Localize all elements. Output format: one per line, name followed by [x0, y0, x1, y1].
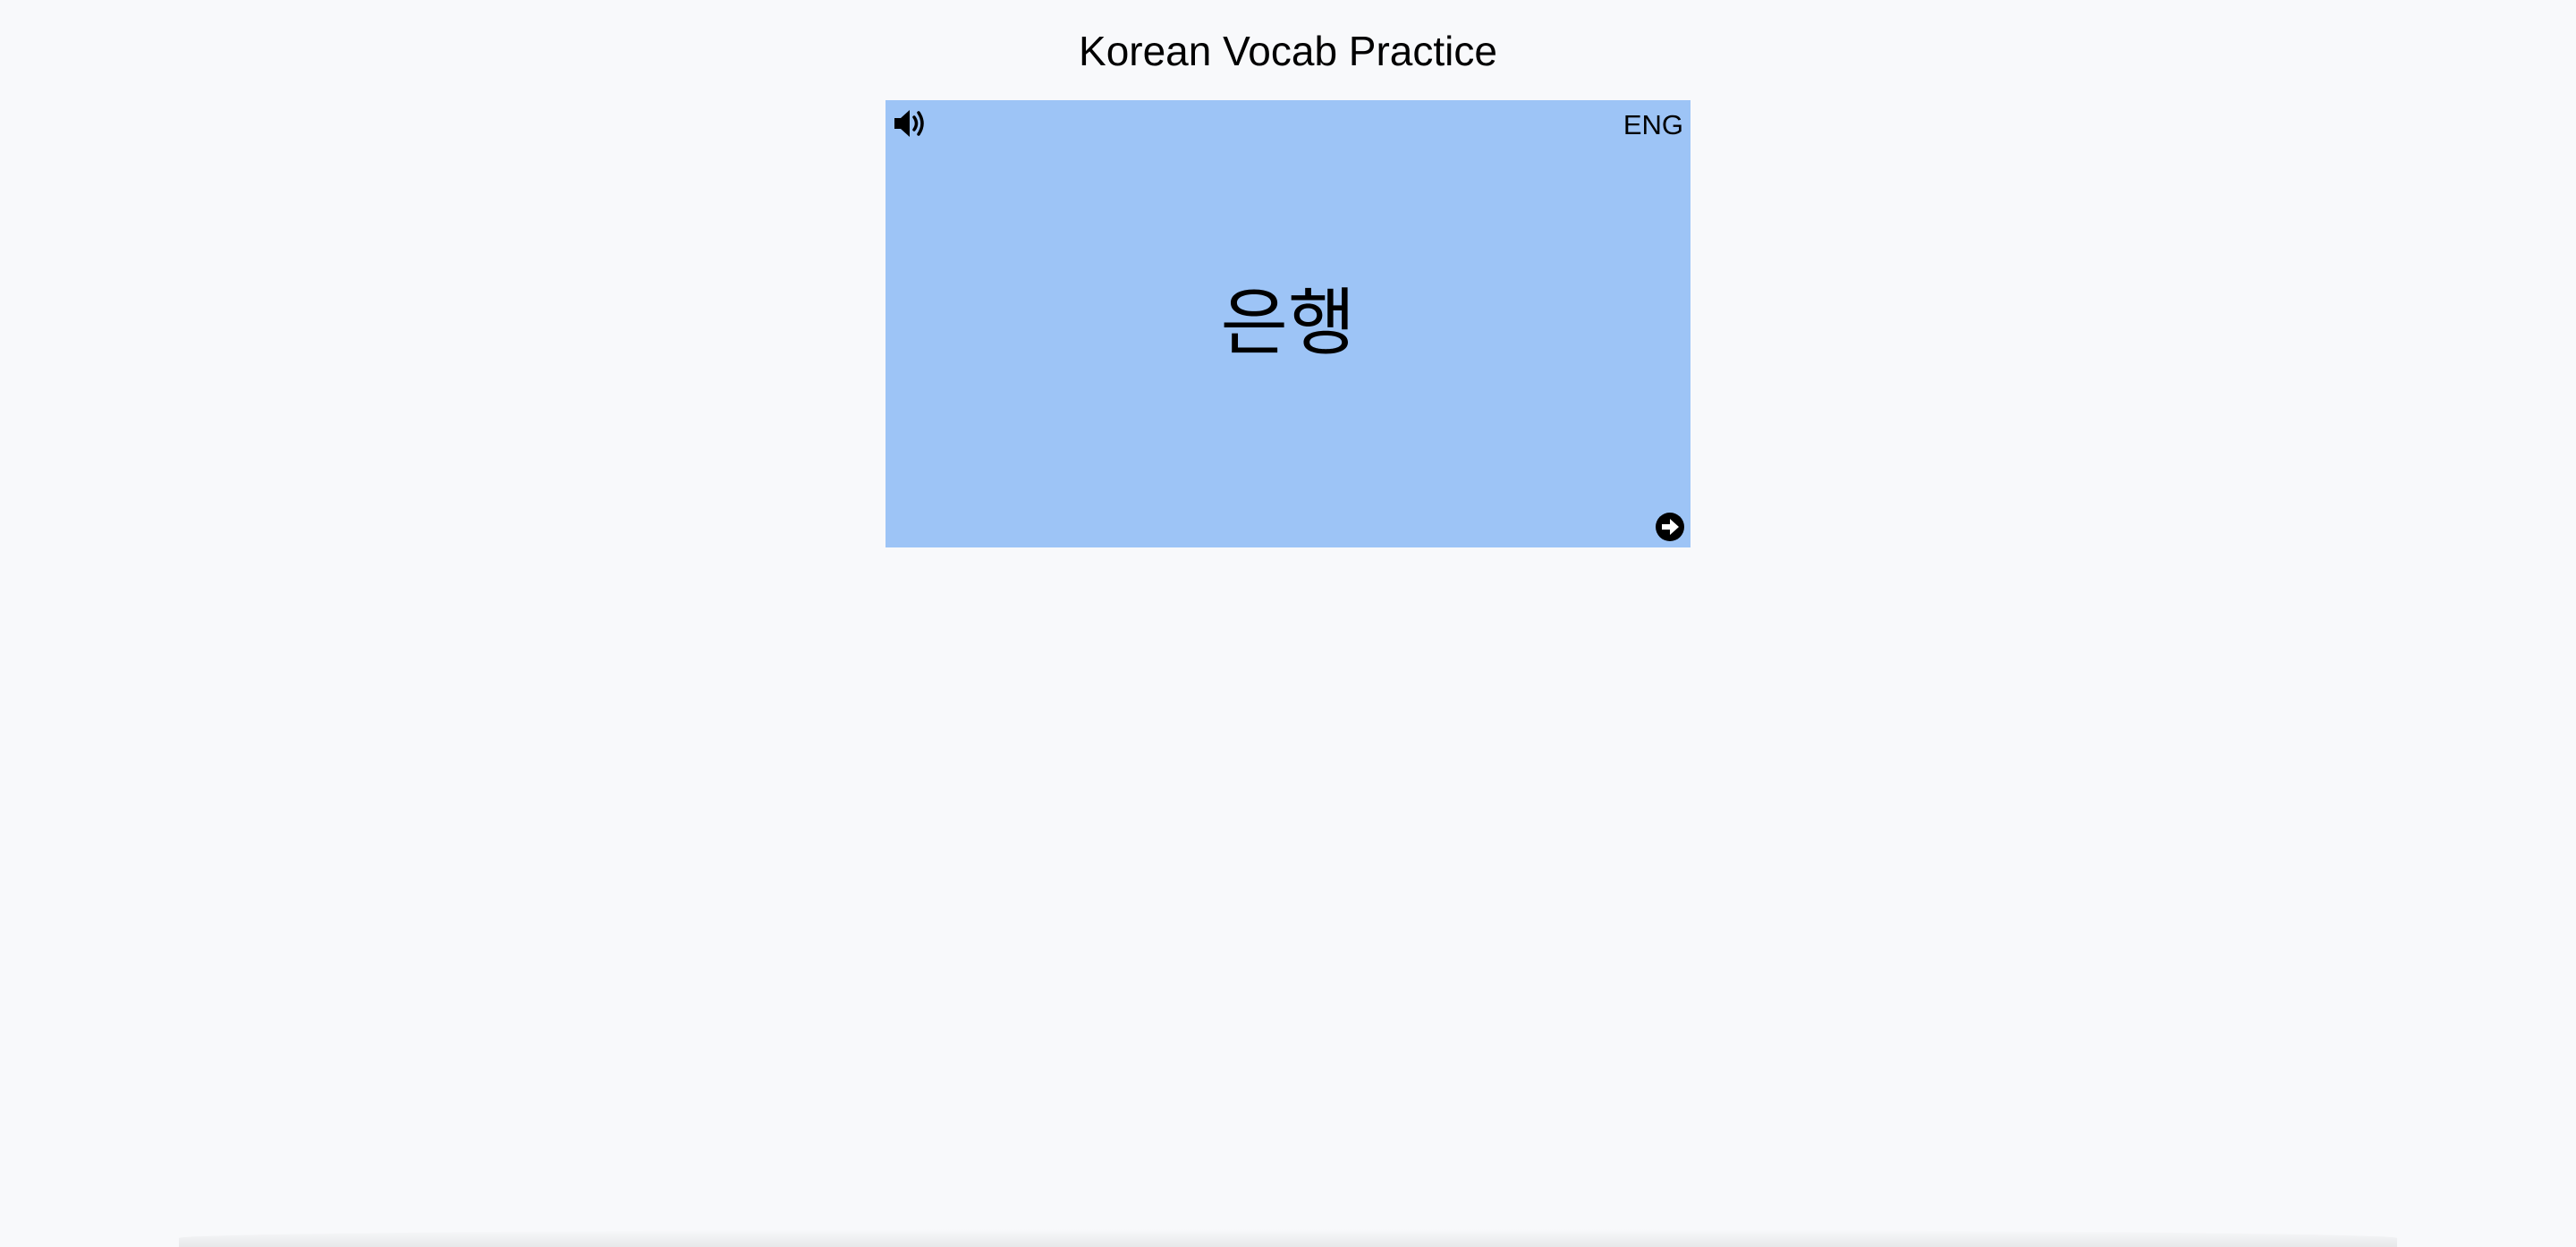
flashcard[interactable]: ENG 은행 — [886, 100, 1690, 547]
volume-up-icon — [893, 107, 930, 140]
bottom-shadow — [179, 1229, 2397, 1247]
speaker-button[interactable] — [893, 107, 930, 140]
next-button[interactable] — [1655, 512, 1685, 542]
vocab-word: 은행 — [1220, 281, 1356, 366]
arrow-circle-right-icon — [1655, 512, 1685, 542]
page-title: Korean Vocab Practice — [1079, 28, 1497, 74]
language-toggle[interactable]: ENG — [1623, 107, 1683, 143]
